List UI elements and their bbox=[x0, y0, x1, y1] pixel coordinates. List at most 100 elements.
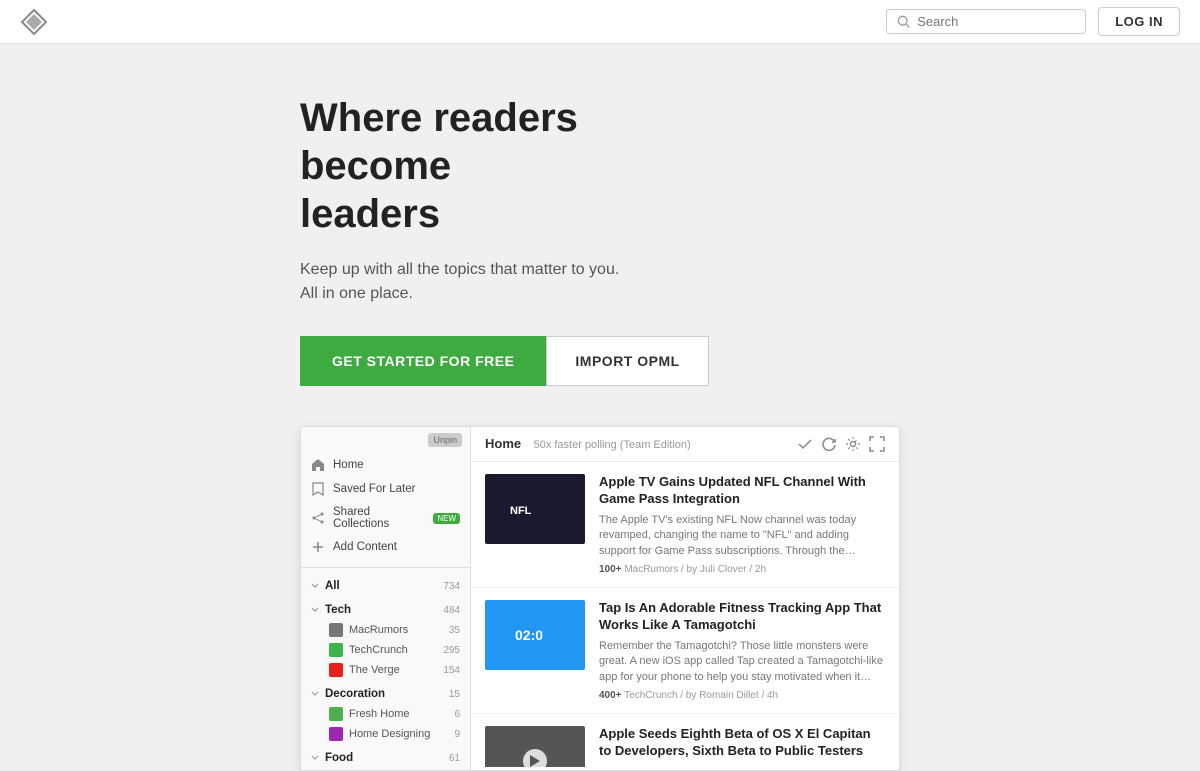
sidebar-item-saved[interactable]: Saved For Later bbox=[301, 477, 470, 501]
svg-text:02:0: 02:0 bbox=[515, 627, 543, 643]
new-badge: NEW bbox=[433, 513, 460, 524]
article-excerpt-1: The Apple TV's existing NFL Now channel … bbox=[599, 513, 885, 559]
feed-icon-techcrunch bbox=[329, 643, 343, 657]
login-button[interactable]: LOG IN bbox=[1098, 7, 1180, 36]
preview-container: Unpin Home Saved For Later Shared Collec… bbox=[300, 426, 900, 771]
hero-subtitle: Keep up with all the topics that matter … bbox=[300, 258, 1200, 306]
feed-icon-freshhome bbox=[329, 707, 343, 721]
refresh-icon[interactable] bbox=[821, 436, 837, 452]
feed-name-macrumors: MacRumors bbox=[349, 624, 449, 636]
article-item[interactable]: 02:0 Tap Is An Adorable Fitness Tracking… bbox=[471, 588, 899, 714]
search-input[interactable] bbox=[917, 14, 1075, 29]
expand-icon[interactable] bbox=[869, 436, 885, 452]
sidebar-tech-header[interactable]: Tech 484 bbox=[301, 600, 470, 620]
sidebar-feed-techcrunch[interactable]: TechCrunch 295 bbox=[301, 640, 470, 660]
content-area: Home 50x faster polling (Team Edition) N… bbox=[471, 427, 899, 770]
feed-count-macrumors: 35 bbox=[449, 625, 460, 636]
article-title-1: Apple TV Gains Updated NFL Channel With … bbox=[599, 474, 885, 508]
article-list: NFL Apple TV Gains Updated NFL Channel W… bbox=[471, 462, 899, 767]
hero-title: Where readers become leaders bbox=[300, 94, 700, 238]
unpin-badge[interactable]: Unpin bbox=[428, 433, 462, 447]
feed-count-freshhome: 6 bbox=[454, 709, 460, 720]
decoration-label: Decoration bbox=[325, 688, 385, 700]
polling-label: 50x faster polling (Team Edition) bbox=[534, 439, 691, 451]
sidebar-decoration-header[interactable]: Decoration 15 bbox=[301, 684, 470, 704]
fitness-thumb-graphic: 02:0 bbox=[505, 620, 565, 650]
feed-name-homedesigning: Home Designing bbox=[349, 728, 454, 740]
sidebar-item-home[interactable]: Home bbox=[301, 453, 470, 477]
search-box[interactable] bbox=[886, 9, 1086, 34]
article-body-3: Apple Seeds Eighth Beta of OS X El Capit… bbox=[599, 726, 885, 767]
sidebar-home-label: Home bbox=[333, 459, 364, 471]
article-excerpt-2: Remember the Tamagotchi? Those little mo… bbox=[599, 639, 885, 685]
article-body-1: Apple TV Gains Updated NFL Channel With … bbox=[599, 474, 885, 575]
article-thumbnail-1: NFL bbox=[485, 474, 585, 544]
article-item[interactable]: Apple Seeds Eighth Beta of OS X El Capit… bbox=[471, 714, 899, 767]
check-icon[interactable] bbox=[797, 436, 813, 452]
header-actions bbox=[797, 436, 885, 452]
article-item[interactable]: NFL Apple TV Gains Updated NFL Channel W… bbox=[471, 462, 899, 588]
sidebar-divider bbox=[301, 567, 470, 568]
hero-section: Where readers become leaders Keep up wit… bbox=[0, 44, 1200, 426]
feed-icon-macrumors bbox=[329, 623, 343, 637]
import-opml-button[interactable]: IMPORT OPML bbox=[546, 336, 708, 386]
content-header: Home 50x faster polling (Team Edition) bbox=[471, 427, 899, 462]
sidebar-nav: Home Saved For Later Shared Collections … bbox=[301, 451, 470, 561]
get-started-button[interactable]: GET STARTED FOR FREE bbox=[300, 336, 546, 386]
sidebar-shared-label: Shared Collections bbox=[333, 506, 427, 530]
hero-buttons: GET STARTED FOR FREE IMPORT OPML bbox=[300, 336, 1200, 386]
sidebar-feed-macrumors[interactable]: MacRumors 35 bbox=[301, 620, 470, 640]
sidebar-section-food: Food 61 Food52 38 Lady and Pups 3 Love a… bbox=[301, 746, 470, 770]
chevron-down-icon-food bbox=[311, 754, 319, 762]
logo-icon bbox=[20, 8, 48, 36]
sidebar-unpin-area: Unpin bbox=[301, 427, 470, 451]
sidebar-all-header[interactable]: All 734 bbox=[301, 576, 470, 596]
play-button-icon bbox=[523, 749, 547, 767]
feed-count-theverge: 154 bbox=[443, 665, 460, 676]
sidebar-feed-homedesigning[interactable]: Home Designing 9 bbox=[301, 724, 470, 744]
decoration-count: 15 bbox=[449, 689, 460, 700]
header-right: LOG IN bbox=[886, 7, 1180, 36]
sidebar-add-label: Add Content bbox=[333, 541, 397, 553]
play-icon bbox=[530, 755, 540, 767]
tech-label: Tech bbox=[325, 604, 351, 616]
content-header-left: Home 50x faster polling (Team Edition) bbox=[485, 435, 691, 453]
all-count: 734 bbox=[443, 581, 460, 592]
app-preview: Unpin Home Saved For Later Shared Collec… bbox=[0, 426, 1200, 771]
chevron-down-icon-tech bbox=[311, 606, 319, 614]
sidebar-food-header[interactable]: Food 61 bbox=[301, 748, 470, 768]
search-icon bbox=[897, 15, 911, 29]
logo bbox=[20, 8, 48, 36]
feed-icon-theverge bbox=[329, 663, 343, 677]
food-count: 61 bbox=[449, 753, 460, 764]
feed-name-theverge: The Verge bbox=[349, 664, 443, 676]
tech-count: 484 bbox=[443, 605, 460, 616]
all-label: All bbox=[325, 580, 340, 592]
food-label: Food bbox=[325, 752, 353, 764]
home-icon bbox=[311, 458, 325, 472]
article-thumbnail-2: 02:0 bbox=[485, 600, 585, 670]
nfl-thumb-graphic: NFL bbox=[505, 494, 565, 524]
feed-count-techcrunch: 295 bbox=[443, 645, 460, 656]
bookmark-icon bbox=[311, 482, 325, 496]
sidebar: Unpin Home Saved For Later Shared Collec… bbox=[301, 427, 471, 770]
article-meta-1: 100+ MacRumors / by Juli Clover / 2h bbox=[599, 564, 885, 575]
feed-count-homedesigning: 9 bbox=[454, 729, 460, 740]
sidebar-item-shared[interactable]: Shared Collections NEW bbox=[301, 501, 470, 535]
settings-icon[interactable] bbox=[845, 436, 861, 452]
sidebar-item-add[interactable]: Add Content bbox=[301, 535, 470, 559]
sidebar-feed-freshhome[interactable]: Fresh Home 6 bbox=[301, 704, 470, 724]
share-icon bbox=[311, 511, 325, 525]
article-title-2: Tap Is An Adorable Fitness Tracking App … bbox=[599, 600, 885, 634]
main-header: LOG IN bbox=[0, 0, 1200, 44]
plus-icon bbox=[311, 540, 325, 554]
svg-text:NFL: NFL bbox=[510, 505, 532, 517]
feed-name-freshhome: Fresh Home bbox=[349, 708, 454, 720]
article-body-2: Tap Is An Adorable Fitness Tracking App … bbox=[599, 600, 885, 701]
sidebar-feed-theverge[interactable]: The Verge 154 bbox=[301, 660, 470, 680]
article-title-3: Apple Seeds Eighth Beta of OS X El Capit… bbox=[599, 726, 885, 760]
chevron-down-icon bbox=[311, 582, 319, 590]
chevron-down-icon-deco bbox=[311, 690, 319, 698]
feed-name-techcrunch: TechCrunch bbox=[349, 644, 443, 656]
sidebar-feed-food52[interactable]: Food52 38 bbox=[301, 768, 470, 770]
